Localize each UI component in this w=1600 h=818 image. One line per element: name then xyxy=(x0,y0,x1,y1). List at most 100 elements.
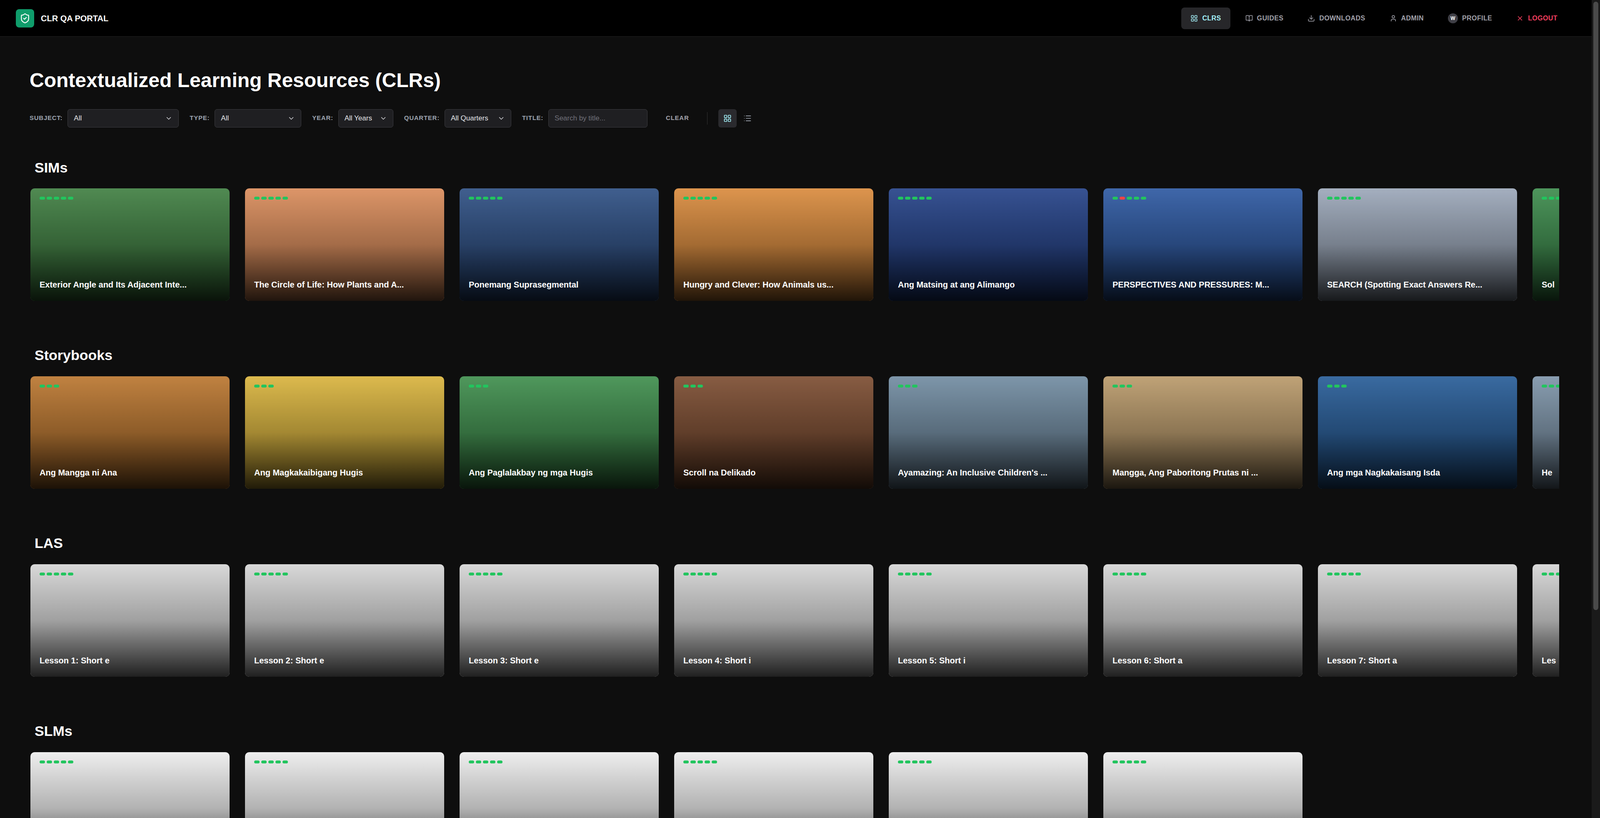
status-dot xyxy=(1327,572,1333,576)
brand[interactable]: CLR QA PORTAL xyxy=(15,9,109,28)
status-dots xyxy=(39,196,74,200)
filter-select[interactable]: All xyxy=(214,109,302,128)
status-dot xyxy=(53,572,60,576)
status-dot xyxy=(39,384,45,388)
status-dot xyxy=(919,196,925,200)
card-title: Hungry and Clever: How Animals us... xyxy=(683,278,834,291)
status-dot xyxy=(919,760,925,764)
resource-card[interactable]: Ang Mangga ni Ana xyxy=(30,376,230,489)
resource-card[interactable]: Ang Magkakaibigang Hugis xyxy=(245,376,445,489)
status-dot xyxy=(468,384,475,388)
chevron-icon xyxy=(379,114,388,123)
status-dot xyxy=(912,384,918,388)
resource-card[interactable]: Exterior Angle and Its Adjacent Inte... xyxy=(30,188,230,301)
card-title: SEARCH (Spotting Exact Answers Re... xyxy=(1327,278,1483,291)
status-dot xyxy=(490,760,496,764)
nav-item[interactable]: GUIDES xyxy=(1236,7,1293,30)
card-title: Exterior Angle and Its Adjacent Inte... xyxy=(39,278,187,291)
resource-card[interactable]: Lesson 6: Short a xyxy=(1103,564,1303,677)
scrollbar[interactable] xyxy=(1591,0,1600,818)
resource-card[interactable]: Sol xyxy=(1532,188,1560,301)
resource-section: Storybooks Ang Mangga ni Ana Ang Magkakaib… xyxy=(29,346,1560,489)
resource-card[interactable]: PERSPECTIVES AND PRESSURES: M... xyxy=(1103,188,1303,301)
status-dot xyxy=(912,572,918,576)
resource-card[interactable]: Scroll na Delikado xyxy=(674,376,874,489)
status-dot xyxy=(1355,572,1361,576)
view-button[interactable] xyxy=(738,109,757,128)
card-shade xyxy=(1103,752,1303,818)
resource-card[interactable]: Ayamazing: An Inclusive Children's ... xyxy=(888,376,1088,489)
status-dot xyxy=(1541,196,1548,200)
nav-item[interactable]: WPROFILE xyxy=(1438,7,1502,30)
nav-item[interactable]: ADMIN xyxy=(1380,7,1433,30)
nav-item[interactable]: LOGOUT xyxy=(1507,7,1567,30)
chevron-icon xyxy=(497,114,505,123)
resource-card[interactable] xyxy=(888,752,1088,818)
status-dot xyxy=(704,760,710,764)
resource-card[interactable]: Mangga, Ang Paboritong Prutas ni ... xyxy=(1103,376,1303,489)
resource-card[interactable] xyxy=(245,752,445,818)
status-dots xyxy=(1541,572,1560,576)
card-title: Ang Mangga ni Ana xyxy=(39,466,118,479)
status-dot xyxy=(268,384,274,388)
filter-select[interactable]: All Years xyxy=(338,109,394,128)
card-title: Ang Magkakaibigang Hugis xyxy=(254,466,363,479)
resource-card[interactable]: Les xyxy=(1532,564,1560,677)
card-title: Ang Matsing at ang Alimango xyxy=(897,278,1015,291)
resource-card[interactable]: Ang mga Nagkakaisang Isda xyxy=(1317,376,1518,489)
status-dot xyxy=(468,196,475,200)
title-search[interactable]: Search by title... xyxy=(548,109,648,128)
resource-card[interactable]: SEARCH (Spotting Exact Answers Re... xyxy=(1317,188,1518,301)
view-button[interactable] xyxy=(718,109,737,128)
scrollbar-thumb[interactable] xyxy=(1593,1,1599,610)
status-dots xyxy=(39,384,60,388)
section-title: Storybooks xyxy=(29,346,1560,364)
resource-card[interactable]: Ang Paglalakbay ng mga Hugis xyxy=(459,376,659,489)
status-dots xyxy=(1112,760,1147,764)
resource-card[interactable]: Ang Matsing at ang Alimango xyxy=(888,188,1088,301)
resource-card[interactable]: Ponemang Suprasegmental xyxy=(459,188,659,301)
status-dot xyxy=(497,572,503,576)
resource-card[interactable]: Lesson 4: Short i xyxy=(674,564,874,677)
nav-item[interactable]: CLRS xyxy=(1181,7,1230,30)
clear-button[interactable]: CLEAR xyxy=(658,109,697,128)
resource-card[interactable] xyxy=(459,752,659,818)
card-shade xyxy=(245,752,445,818)
filter-select[interactable]: All Quarters xyxy=(444,109,512,128)
resource-card[interactable]: Lesson 5: Short i xyxy=(888,564,1088,677)
filter-select[interactable]: All xyxy=(67,109,179,128)
resource-card[interactable] xyxy=(30,752,230,818)
resource-card[interactable]: The Circle of Life: How Plants and A... xyxy=(245,188,445,301)
card-title: Scroll na Delikado xyxy=(683,466,756,479)
status-dot xyxy=(1341,384,1347,388)
status-dot xyxy=(39,760,45,764)
resource-card[interactable]: Lesson 2: Short e xyxy=(245,564,445,677)
resource-card[interactable]: Lesson 1: Short e xyxy=(30,564,230,677)
status-dots xyxy=(1327,384,1347,388)
status-dot xyxy=(1548,196,1555,200)
status-dot xyxy=(1133,572,1140,576)
status-dot xyxy=(60,196,67,200)
card-title: Lesson 1: Short e xyxy=(39,654,110,667)
status-dot xyxy=(275,196,281,200)
resource-card[interactable]: Hungry and Clever: How Animals us... xyxy=(674,188,874,301)
resource-card[interactable]: He xyxy=(1532,376,1560,489)
nav-item[interactable]: DOWNLOADS xyxy=(1298,7,1375,30)
status-dot xyxy=(897,760,904,764)
status-dot xyxy=(897,572,904,576)
top-nav: CLR QA PORTAL CLRS GUIDESDOWNLOADSADMINWPR… xyxy=(0,0,1592,37)
status-dot xyxy=(254,196,260,200)
resource-card[interactable] xyxy=(674,752,874,818)
card-title: Mangga, Ang Paboritong Prutas ni ... xyxy=(1112,466,1258,479)
resource-card[interactable]: Lesson 7: Short a xyxy=(1317,564,1518,677)
status-dot xyxy=(482,384,489,388)
status-dot xyxy=(46,572,53,576)
filter-field: TYPE:All xyxy=(189,109,302,128)
resource-card[interactable]: Lesson 3: Short e xyxy=(459,564,659,677)
resource-card[interactable] xyxy=(1103,752,1303,818)
status-dot xyxy=(261,572,267,576)
status-dot xyxy=(39,572,45,576)
status-dot xyxy=(39,196,45,200)
status-dots xyxy=(683,760,718,764)
status-dot xyxy=(926,572,932,576)
